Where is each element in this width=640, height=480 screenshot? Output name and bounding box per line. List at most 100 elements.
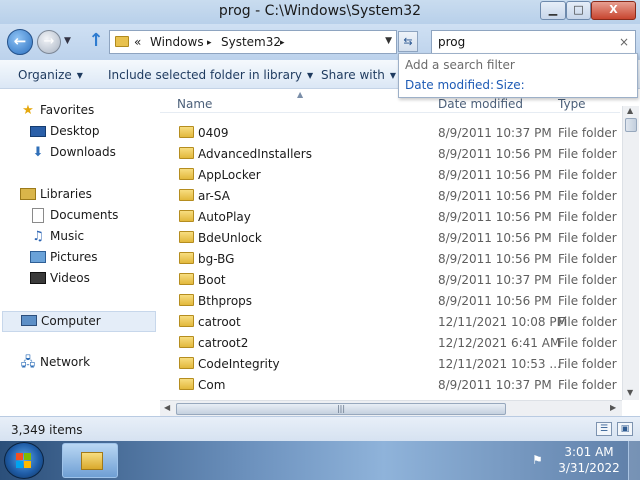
- scroll-left-icon[interactable]: ◀: [164, 403, 170, 412]
- file-type: File folder: [558, 189, 617, 203]
- computer-icon: [21, 315, 37, 326]
- nav-computer[interactable]: Computer: [2, 311, 156, 332]
- nav-label: Computer: [41, 314, 101, 328]
- folder-icon: [179, 168, 194, 180]
- address-segment-system32[interactable]: System32: [221, 35, 281, 49]
- horizontal-scrollbar[interactable]: ◀ ||| ▶: [160, 400, 622, 416]
- details-view-button[interactable]: ☰: [596, 422, 612, 436]
- file-row[interactable]: catroot 12/11/2021 10:08 PM File folder: [160, 311, 620, 332]
- system-clock[interactable]: 3:01 AM 3/31/2022: [558, 444, 620, 476]
- file-row[interactable]: CodeIntegrity 12/11/2021 10:53 ... File fo…: [160, 353, 620, 374]
- file-row[interactable]: bg-BG 8/9/2011 10:56 PM File folder: [160, 248, 620, 269]
- address-history-dropdown[interactable]: ▼: [385, 36, 392, 46]
- search-input[interactable]: [438, 34, 608, 50]
- file-name: bg-BG: [198, 252, 235, 266]
- file-row[interactable]: AdvancedInstallers 8/9/2011 10:56 PM File …: [160, 143, 620, 164]
- show-desktop-button[interactable]: [628, 441, 640, 480]
- windows-logo-icon: [16, 453, 32, 469]
- file-type: File folder: [558, 357, 617, 371]
- address-bar[interactable]: « Windows ▸ System32 ▸ ▼: [109, 30, 397, 54]
- up-folder-button[interactable]: ↑: [86, 32, 106, 52]
- file-name: CodeIntegrity: [198, 357, 280, 371]
- folder-icon: [179, 378, 194, 390]
- filter-size[interactable]: Size:: [496, 78, 525, 92]
- file-row[interactable]: AutoPlay 8/9/2011 10:56 PM File folder: [160, 206, 620, 227]
- file-date-modified: 12/11/2021 10:53 ...: [438, 357, 561, 371]
- file-row[interactable]: AppLocker 8/9/2011 10:56 PM File folder: [160, 164, 620, 185]
- chevron-down-icon: ▼: [389, 71, 397, 80]
- file-row[interactable]: 0409 8/9/2011 10:37 PM File folder: [160, 122, 620, 143]
- downloads-icon: ⬇: [32, 145, 44, 160]
- scroll-down-icon[interactable]: ▼: [627, 388, 633, 397]
- file-list: ▲ Name Date modified Type 0409 8/9/2011 1…: [160, 90, 640, 416]
- file-row[interactable]: ar-SA 8/9/2011 10:56 PM File folder: [160, 185, 620, 206]
- folder-icon: [179, 210, 194, 222]
- share-with-menu[interactable]: Share with ▼: [321, 68, 396, 82]
- file-name: catroot: [198, 315, 241, 329]
- refresh-button[interactable]: ⇆: [398, 31, 418, 52]
- column-header-date-modified[interactable]: Date modified: [438, 97, 523, 111]
- minimize-button[interactable]: ▁: [540, 1, 566, 20]
- start-button[interactable]: [4, 442, 44, 479]
- nav-label: Favorites: [40, 103, 95, 117]
- network-icon: 🖧: [20, 355, 36, 370]
- vertical-scrollbar[interactable]: ▲ ▼: [622, 106, 639, 400]
- maximize-button[interactable]: □: [566, 1, 591, 20]
- file-row[interactable]: BdeUnlock 8/9/2011 10:56 PM File folder: [160, 227, 620, 248]
- file-row[interactable]: Com 8/9/2011 10:37 PM File folder: [160, 374, 620, 395]
- action-center-flag-icon[interactable]: ⚑: [532, 453, 543, 467]
- file-row[interactable]: Boot 8/9/2011 10:37 PM File folder: [160, 269, 620, 290]
- column-header-type[interactable]: Type: [558, 97, 586, 111]
- file-type: File folder: [558, 294, 617, 308]
- scroll-up-icon[interactable]: ▲: [627, 106, 633, 115]
- address-segment-windows[interactable]: Windows: [150, 35, 204, 49]
- folder-icon: [179, 336, 194, 348]
- address-overflow[interactable]: «: [134, 35, 141, 49]
- recent-pages-dropdown[interactable]: ▼: [64, 36, 71, 46]
- horizontal-scroll-thumb[interactable]: |||: [176, 403, 506, 415]
- scroll-right-icon[interactable]: ▶: [610, 403, 616, 412]
- search-filter-dropdown: Add a search filter Date modified: Size:: [398, 53, 638, 98]
- file-name: AppLocker: [198, 168, 261, 182]
- back-arrow-icon: ←: [13, 32, 27, 50]
- taskbar-explorer-button[interactable]: [62, 443, 118, 478]
- file-type: File folder: [558, 336, 617, 350]
- close-button[interactable]: X: [591, 1, 636, 20]
- large-icons-view-button[interactable]: ▣: [617, 422, 633, 436]
- back-button[interactable]: ←: [7, 29, 33, 55]
- file-type: File folder: [558, 147, 617, 161]
- organize-menu[interactable]: Organize ▼: [18, 68, 83, 82]
- file-type: File folder: [558, 378, 617, 392]
- chevron-right-icon[interactable]: ▸: [207, 38, 212, 48]
- file-row[interactable]: catroot2 12/12/2021 6:41 AM File folder: [160, 332, 620, 353]
- forward-arrow-icon: →: [43, 34, 55, 49]
- file-name: ar-SA: [198, 189, 230, 203]
- close-icon: X: [609, 3, 618, 16]
- minimize-icon: ▁: [548, 3, 558, 16]
- file-type: File folder: [558, 126, 617, 140]
- filter-date-modified[interactable]: Date modified:: [405, 78, 494, 92]
- forward-button[interactable]: →: [37, 30, 61, 54]
- column-header-name[interactable]: Name: [177, 97, 212, 111]
- include-in-library-menu[interactable]: Include selected folder in library ▼: [108, 68, 313, 82]
- sort-ascending-icon: ▲: [297, 90, 304, 99]
- file-date-modified: 8/9/2011 10:37 PM: [438, 378, 552, 392]
- file-row[interactable]: Bthprops 8/9/2011 10:56 PM File folder: [160, 290, 620, 311]
- chevron-down-icon: ▼: [76, 71, 83, 80]
- file-date-modified: 12/11/2021 10:08 PM: [438, 315, 567, 329]
- large-icons-view-icon: ▣: [620, 424, 630, 434]
- clear-search-icon[interactable]: ×: [619, 35, 629, 49]
- folder-icon: [179, 357, 194, 369]
- file-name: Com: [198, 378, 226, 392]
- file-type: File folder: [558, 273, 617, 287]
- vertical-scroll-thumb[interactable]: [625, 118, 637, 132]
- folder-icon: [179, 273, 194, 285]
- title-bar: prog - C:\Windows\System32 ▁ □ X: [0, 0, 640, 24]
- folder-icon: [179, 294, 194, 306]
- folder-icon: [179, 147, 194, 159]
- search-box[interactable]: ×: [431, 30, 636, 54]
- pictures-icon: [30, 251, 46, 263]
- nav-label: Downloads: [50, 145, 116, 159]
- documents-icon: [32, 208, 44, 223]
- chevron-right-icon[interactable]: ▸: [280, 38, 285, 48]
